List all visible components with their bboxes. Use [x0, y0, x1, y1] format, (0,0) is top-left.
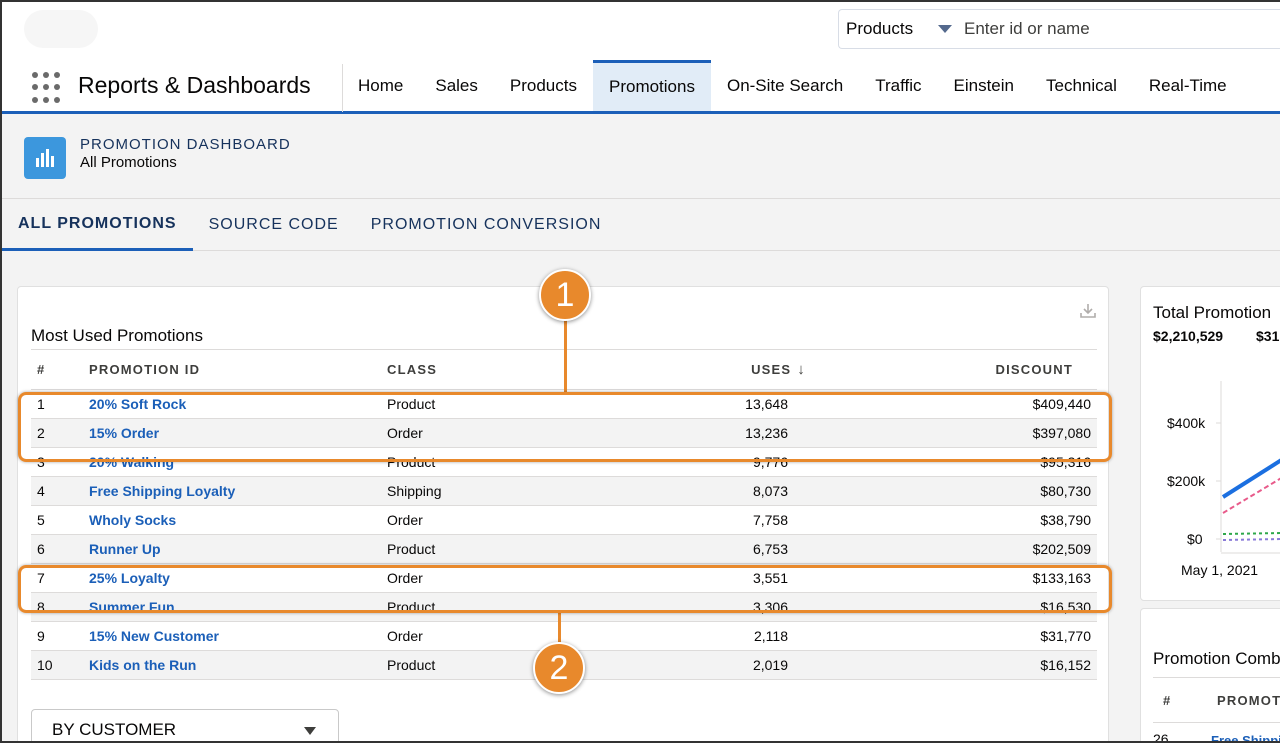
- callout-connector-2: [558, 612, 561, 646]
- total-promotion-chart: [1216, 381, 1280, 554]
- col-header-promotion-id[interactable]: PROMOTION ID: [81, 349, 379, 390]
- nav-item-products[interactable]: Products: [494, 60, 593, 111]
- promotion-link[interactable]: Kids on the Run: [81, 650, 379, 680]
- row-num: 10: [31, 650, 81, 680]
- nav-item-technical[interactable]: Technical: [1030, 60, 1133, 111]
- nav-item-sales[interactable]: Sales: [419, 60, 494, 111]
- promotion-class: Shipping: [379, 476, 677, 506]
- dashboard-tabs: ALL PROMOTIONS SOURCE CODE PROMOTION CON…: [2, 199, 1280, 251]
- nav-item-traffic[interactable]: Traffic: [859, 60, 937, 111]
- page-header: PROMOTION DASHBOARD All Promotions: [2, 117, 1280, 199]
- search-input[interactable]: Enter id or name: [964, 19, 1090, 39]
- card-title: Promotion Comb: [1153, 649, 1280, 668]
- promotion-discount: $202,509: [806, 534, 1097, 564]
- promotion-uses: 6,753: [677, 534, 806, 564]
- search-scope-select[interactable]: Products: [839, 19, 944, 39]
- app-window: Products Enter id or name Reports & Dash…: [0, 0, 1280, 743]
- table-header-row: # PROMOT: [1153, 677, 1280, 723]
- promotion-link[interactable]: Wholy Socks: [81, 505, 379, 535]
- highlight-box-1: [18, 392, 1112, 462]
- series-line-green: [1222, 532, 1280, 535]
- chevron-down-icon[interactable]: [304, 727, 316, 735]
- row-num: 4: [31, 476, 81, 506]
- sort-arrow-icon[interactable]: ↓: [797, 361, 806, 378]
- highlight-box-2: [18, 565, 1112, 613]
- dashboard-icon: [24, 137, 66, 179]
- promotion-class: Order: [379, 505, 677, 535]
- col-header-num: #: [1163, 693, 1172, 708]
- utility-bar: Products Enter id or name: [2, 2, 1280, 60]
- promotion-uses: 8,073: [677, 476, 806, 506]
- table-row: 4 Free Shipping Loyalty Shipping 8,073 $…: [31, 476, 1097, 506]
- promotion-discount: $80,730: [806, 476, 1097, 506]
- row-num: 26: [1153, 731, 1169, 743]
- total-value-1: $2,210,529: [1153, 328, 1224, 344]
- col-header-uses[interactable]: USES ↓: [677, 349, 806, 390]
- promotion-link[interactable]: 15% New Customer: [81, 621, 379, 651]
- promotion-uses: 2,019: [677, 650, 806, 680]
- app-nav-bar: Reports & Dashboards Home Sales Products…: [2, 60, 1280, 114]
- nav-item-promotions[interactable]: Promotions: [592, 60, 711, 111]
- series-line-total: [1221, 458, 1280, 499]
- card-title: Total Promotion: [1153, 303, 1272, 322]
- tab-all-promotions[interactable]: ALL PROMOTIONS: [2, 199, 193, 251]
- table-row: 6 Runner Up Product 6,753 $202,509: [31, 534, 1097, 564]
- promotion-uses: 7,758: [677, 505, 806, 535]
- promotion-link[interactable]: Free Shipping Loyalty: [81, 476, 379, 506]
- by-customer-select[interactable]: BY CUSTOMER: [31, 709, 339, 741]
- promotion-uses: 2,118: [677, 621, 806, 651]
- callout-badge-2: 2: [533, 642, 585, 694]
- table-row: 5 Wholy Socks Order 7,758 $38,790: [31, 505, 1097, 535]
- card-title: Most Used Promotions: [31, 326, 203, 345]
- promotion-link[interactable]: Runner Up: [81, 534, 379, 564]
- series-line-purple: [1222, 538, 1280, 541]
- org-logo[interactable]: [24, 10, 98, 48]
- global-search[interactable]: Products Enter id or name: [838, 9, 1280, 49]
- app-launcher-icon[interactable]: [32, 72, 64, 104]
- row-num: 9: [31, 621, 81, 651]
- nav-item-home[interactable]: Home: [342, 60, 419, 111]
- promotion-discount: $38,790: [806, 505, 1097, 535]
- col-header-promotion[interactable]: PROMOT: [1217, 693, 1280, 708]
- callout-badge-1: 1: [539, 269, 591, 321]
- total-value-2: $31: [1256, 328, 1280, 344]
- nav-item-on-site-search[interactable]: On-Site Search: [711, 60, 859, 111]
- nav-items: Home Sales Products Promotions On-Site S…: [342, 60, 1243, 111]
- x-tick-date: May 1, 2021: [1181, 562, 1259, 578]
- page-title: All Promotions: [80, 154, 177, 171]
- tab-source-code[interactable]: SOURCE CODE: [193, 199, 355, 251]
- callout-connector-1: [564, 320, 567, 392]
- download-icon[interactable]: [1078, 301, 1098, 321]
- total-promotion-card: Total Promotion $2,210,529 $31 $400k $20…: [1140, 286, 1280, 601]
- series-line-pink: [1222, 477, 1280, 514]
- promotion-link[interactable]: Free Shipping: [1211, 733, 1280, 741]
- by-customer-value: BY CUSTOMER: [52, 720, 177, 739]
- promotion-class: Product: [379, 650, 677, 680]
- promotion-discount: $31,770: [806, 621, 1097, 651]
- page-eyebrow: PROMOTION DASHBOARD: [80, 136, 291, 153]
- app-name: Reports & Dashboards: [78, 72, 311, 98]
- promotion-class: Product: [379, 534, 677, 564]
- col-header-num: #: [31, 349, 81, 390]
- col-header-class[interactable]: CLASS: [379, 349, 677, 390]
- nav-item-real-time[interactable]: Real-Time: [1133, 60, 1243, 111]
- promotion-combinations-card: Promotion Comb # PROMOT 26 Free Shipping: [1140, 608, 1280, 743]
- row-num: 6: [31, 534, 81, 564]
- promotion-class: Order: [379, 621, 677, 651]
- nav-item-einstein[interactable]: Einstein: [938, 60, 1030, 111]
- col-header-uses-label: USES: [751, 362, 792, 377]
- promotion-discount: $16,152: [806, 650, 1097, 680]
- row-num: 5: [31, 505, 81, 535]
- tab-promotion-conversion[interactable]: PROMOTION CONVERSION: [355, 199, 618, 251]
- chevron-down-icon[interactable]: [938, 25, 952, 33]
- col-header-discount[interactable]: DISCOUNT: [806, 349, 1097, 390]
